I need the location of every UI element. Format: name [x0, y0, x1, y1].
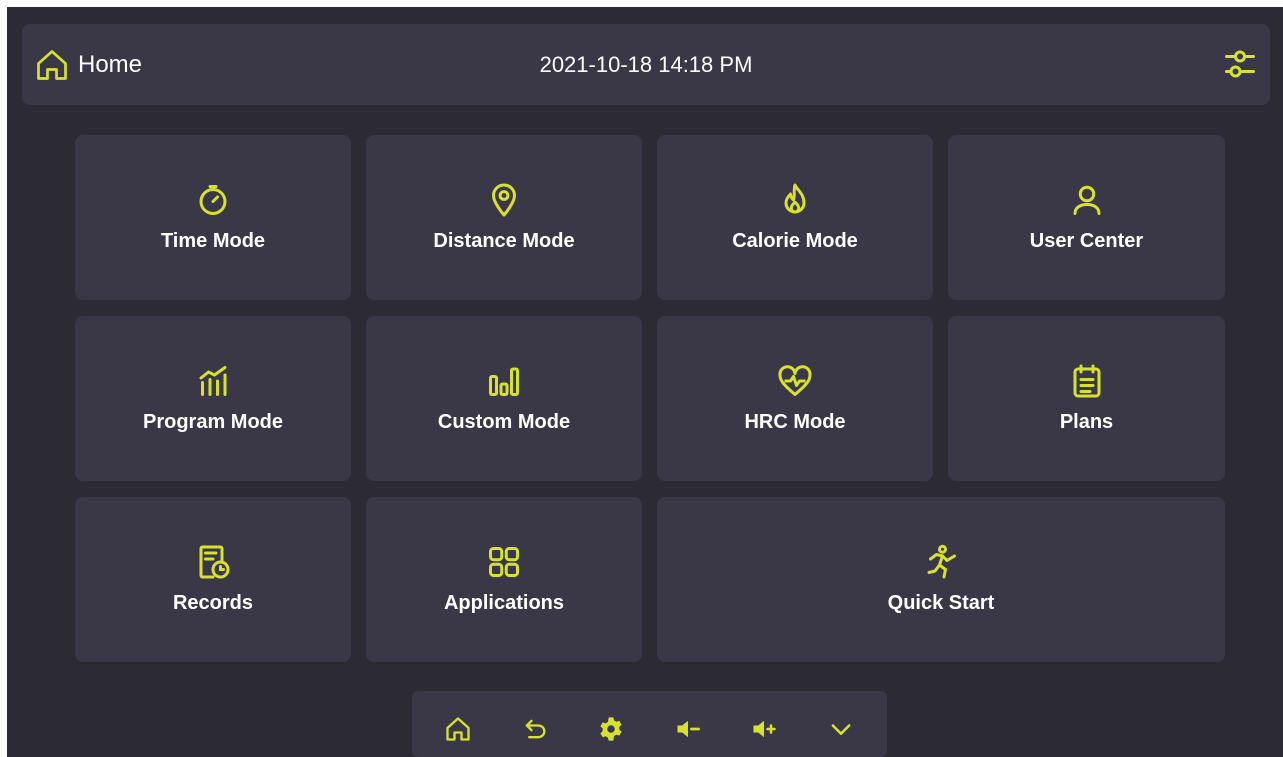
- tile-custom-mode[interactable]: Custom Mode: [366, 316, 642, 481]
- volume-up-icon[interactable]: [746, 711, 782, 747]
- tile-user-center[interactable]: User Center: [948, 135, 1225, 300]
- tile-label: Program Mode: [142, 411, 284, 433]
- volume-down-icon[interactable]: [670, 711, 706, 747]
- heart-rate-icon: [777, 363, 813, 399]
- program-chart-icon: [195, 363, 231, 399]
- tile-label: Calorie Mode: [732, 230, 858, 252]
- sliders-icon[interactable]: [1222, 46, 1258, 82]
- gear-icon[interactable]: [593, 711, 629, 747]
- apps-grid-icon: [486, 544, 522, 580]
- tile-distance-mode[interactable]: Distance Mode: [366, 135, 642, 300]
- tile-label: Custom Mode: [437, 411, 571, 433]
- home-icon: [34, 47, 70, 83]
- tile-records[interactable]: Records: [75, 497, 351, 662]
- chevron-down-icon[interactable]: [823, 711, 859, 747]
- flame-icon: [777, 182, 813, 218]
- tile-label: User Center: [1029, 230, 1144, 252]
- tile-hrc-mode[interactable]: HRC Mode: [657, 316, 933, 481]
- tile-time-mode[interactable]: Time Mode: [75, 135, 351, 300]
- home-icon[interactable]: [440, 711, 476, 747]
- records-clock-icon: [195, 544, 231, 580]
- location-pin-icon: [486, 182, 522, 218]
- tile-label: Records: [172, 592, 254, 614]
- tile-label: Distance Mode: [433, 230, 575, 252]
- runner-icon: [923, 544, 959, 580]
- tile-program-mode[interactable]: Program Mode: [75, 316, 351, 481]
- tile-applications[interactable]: Applications: [366, 497, 642, 662]
- home-breadcrumb[interactable]: Home: [34, 24, 142, 105]
- tile-plans[interactable]: Plans: [948, 316, 1225, 481]
- tile-label: HRC Mode: [744, 411, 846, 433]
- tile-calorie-mode[interactable]: Calorie Mode: [657, 135, 933, 300]
- tile-label: Applications: [443, 592, 564, 614]
- custom-bars-icon: [486, 363, 522, 399]
- stopwatch-icon: [195, 182, 231, 218]
- clipboard-icon: [1069, 363, 1105, 399]
- bottom-nav-dock: [412, 691, 887, 757]
- back-icon[interactable]: [517, 711, 553, 747]
- top-bar: Home 2021-10-18 14:18 PM: [22, 24, 1270, 105]
- tile-label: Quick Start: [887, 592, 995, 614]
- datetime-display: 2021-10-18 14:18 PM: [539, 51, 753, 77]
- home-label: Home: [78, 50, 143, 78]
- tile-label: Plans: [1059, 411, 1114, 433]
- user-icon: [1069, 182, 1105, 218]
- tile-quick-start[interactable]: Quick Start: [657, 497, 1225, 662]
- tile-label: Time Mode: [160, 230, 266, 252]
- treadmill-home-screen: Home 2021-10-18 14:18 PM Time Mode Dista…: [7, 7, 1283, 757]
